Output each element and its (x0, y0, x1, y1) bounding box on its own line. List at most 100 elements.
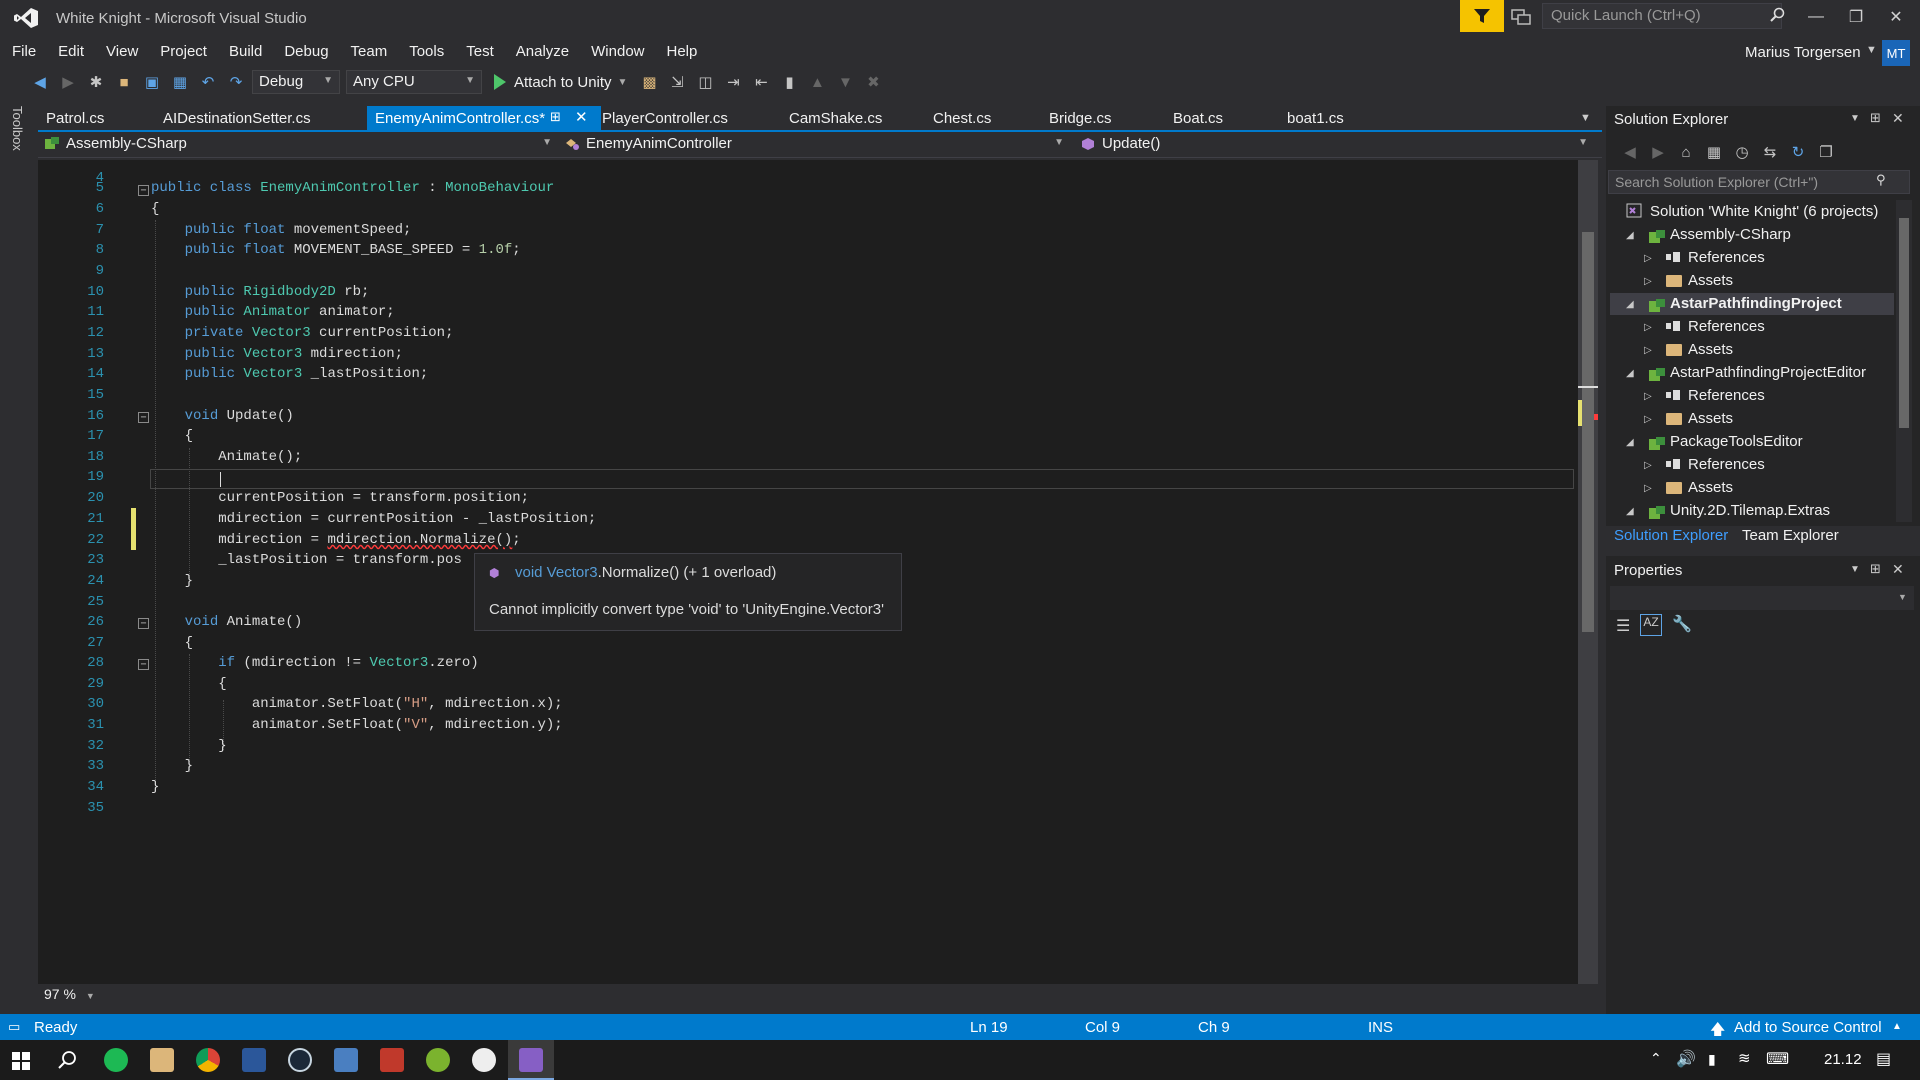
app-icon[interactable] (334, 1048, 358, 1072)
add-to-source-control-button[interactable]: Add to Source Control (1734, 1019, 1882, 1036)
taskbar-clock[interactable]: 21.12 (1824, 1051, 1862, 1068)
tab-bridge[interactable]: Bridge.cs (1041, 106, 1120, 130)
collapsed-arrow-icon[interactable]: ▷ (1644, 391, 1652, 402)
search-icon[interactable] (58, 1050, 78, 1070)
tree-item-folder[interactable]: Assets (1688, 410, 1733, 427)
restore-button[interactable]: ❐ (1836, 2, 1876, 32)
menu-tools[interactable]: Tools (397, 43, 454, 60)
menu-team[interactable]: Team (339, 43, 398, 60)
chevron-down-icon[interactable]: ▼ (1850, 113, 1860, 124)
tree-item-project[interactable]: PackageToolsEditor (1670, 433, 1803, 450)
tree-item-solution[interactable]: Solution 'White Knight' (6 projects) (1650, 203, 1878, 220)
chevron-up-icon[interactable]: ⌃ (1650, 1050, 1662, 1067)
expanded-arrow-icon[interactable]: ◢ (1626, 299, 1634, 310)
pin-icon[interactable]: ⊞ (1870, 110, 1881, 126)
menu-build[interactable]: Build (217, 43, 272, 60)
pin-icon[interactable]: ⊞ (1870, 561, 1881, 577)
gift-app-icon[interactable] (380, 1048, 404, 1072)
tab-camshake[interactable]: CamShake.cs (781, 106, 890, 130)
refresh-icon[interactable]: ↻ (1786, 140, 1810, 164)
chevron-down-icon[interactable]: ▼ (1898, 592, 1907, 602)
collapse-toggle[interactable]: − (138, 185, 149, 196)
navigate-forward-icon[interactable]: ▶ (56, 70, 80, 94)
tree-item-references[interactable]: References (1688, 456, 1765, 473)
tab-boat[interactable]: Boat.cs (1165, 106, 1231, 130)
quick-launch-input[interactable]: Quick Launch (Ctrl+Q) (1542, 3, 1782, 29)
previous-bookmark-icon[interactable]: ▲ (805, 70, 829, 94)
chevron-up-icon[interactable]: ▲ (1892, 1021, 1902, 1032)
collapse-all-icon[interactable]: ❐ (1814, 140, 1838, 164)
menu-project[interactable]: Project (148, 43, 217, 60)
app-icon[interactable] (426, 1048, 450, 1072)
zoom-level-select[interactable]: 97 % ▼ (44, 986, 95, 1002)
outdent-icon[interactable]: ⇤ (749, 70, 773, 94)
next-bookmark-icon[interactable]: ▼ (833, 70, 857, 94)
battery-icon[interactable]: ▮ (1708, 1051, 1716, 1068)
windows-start-icon[interactable] (12, 1052, 30, 1070)
tab-solution-explorer[interactable]: Solution Explorer (1606, 526, 1736, 545)
collapse-toggle[interactable]: − (138, 618, 149, 629)
configuration-select[interactable]: Debug ▼ (252, 70, 340, 94)
property-pages-icon[interactable]: 🔧 (1672, 614, 1692, 634)
collapsed-arrow-icon[interactable]: ▷ (1644, 253, 1652, 264)
collapse-toggle[interactable]: − (138, 659, 149, 670)
action-center-icon[interactable]: ▤ (1876, 1049, 1891, 1069)
pin-icon[interactable]: ⊞ (550, 109, 561, 125)
tree-item-project[interactable]: AstarPathfindingProjectEditor (1670, 364, 1866, 381)
solution-explorer-scroll-thumb[interactable] (1899, 218, 1909, 428)
indent-icon[interactable]: ⇥ (721, 70, 745, 94)
close-icon[interactable]: ✕ (1892, 110, 1904, 127)
tab-overflow-icon[interactable]: ▼ (1580, 112, 1591, 124)
tree-item-project[interactable]: Unity.2D.Tilemap.Extras (1670, 502, 1830, 519)
expanded-arrow-icon[interactable]: ◢ (1626, 506, 1634, 517)
tab-aidestinationsetter[interactable]: AIDestinationSetter.cs (155, 106, 319, 130)
open-file-icon[interactable]: ■ (112, 70, 136, 94)
menu-file[interactable]: File (0, 43, 46, 60)
tab-team-explorer[interactable]: Team Explorer (1734, 526, 1847, 545)
spotify-icon[interactable] (104, 1048, 128, 1072)
menu-analyze[interactable]: Analyze (504, 43, 579, 60)
expanded-arrow-icon[interactable]: ◢ (1626, 230, 1634, 241)
wifi-icon[interactable]: ≋ (1738, 1049, 1751, 1067)
class-dropdown[interactable]: EnemyAnimController ▼ (558, 134, 1070, 156)
editor-scroll-thumb[interactable] (1582, 232, 1594, 632)
collapse-toggle[interactable]: − (138, 412, 149, 423)
properties-object-select[interactable] (1610, 586, 1914, 610)
search-icon[interactable]: ⚲ (1876, 172, 1886, 188)
collapsed-arrow-icon[interactable]: ▷ (1644, 345, 1652, 356)
word-icon[interactable] (242, 1048, 266, 1072)
collapsed-arrow-icon[interactable]: ▷ (1644, 483, 1652, 494)
tree-item-references[interactable]: References (1688, 387, 1765, 404)
step-into-icon[interactable]: ⇲ (665, 70, 689, 94)
tree-item-folder[interactable]: Assets (1688, 479, 1733, 496)
home-icon[interactable]: ⌂ (1674, 140, 1698, 164)
navigate-back-icon[interactable]: ◀ (28, 70, 52, 94)
solution-explorer-search-input[interactable]: Search Solution Explorer (Ctrl+") (1608, 170, 1910, 194)
tree-item-project[interactable]: Assembly-CSharp (1670, 226, 1791, 243)
tab-chest[interactable]: Chest.cs (925, 106, 999, 130)
chrome-icon[interactable] (196, 1048, 220, 1072)
collapsed-arrow-icon[interactable]: ▷ (1644, 322, 1652, 333)
menu-help[interactable]: Help (655, 43, 708, 60)
categorized-icon[interactable]: ☰ (1616, 616, 1630, 636)
menu-edit[interactable]: Edit (46, 43, 94, 60)
menu-view[interactable]: View (94, 43, 148, 60)
tree-item-references[interactable]: References (1688, 249, 1765, 266)
tab-boat1[interactable]: boat1.cs (1279, 106, 1352, 130)
close-icon[interactable]: ✕ (1892, 561, 1904, 578)
chevron-down-icon[interactable]: ▼ (1850, 564, 1860, 575)
alphabetical-icon[interactable]: AZ (1640, 614, 1662, 636)
menu-test[interactable]: Test (454, 43, 504, 60)
chevron-down-icon[interactable]: ▼ (1866, 44, 1877, 56)
keyboard-icon[interactable]: ⌨ (1766, 1049, 1789, 1069)
menu-debug[interactable]: Debug (272, 43, 338, 60)
redo-icon[interactable]: ↷ (224, 70, 248, 94)
file-explorer-icon[interactable] (150, 1048, 174, 1072)
close-icon[interactable]: ✕ (575, 108, 588, 126)
tree-item-references[interactable]: References (1688, 318, 1765, 335)
sync-icon[interactable]: ⇆ (1758, 140, 1782, 164)
minimize-button[interactable]: — (1796, 2, 1836, 32)
tree-item-folder[interactable]: Assets (1688, 341, 1733, 358)
forward-icon[interactable]: ▶ (1646, 140, 1670, 164)
menu-window[interactable]: Window (579, 43, 654, 60)
